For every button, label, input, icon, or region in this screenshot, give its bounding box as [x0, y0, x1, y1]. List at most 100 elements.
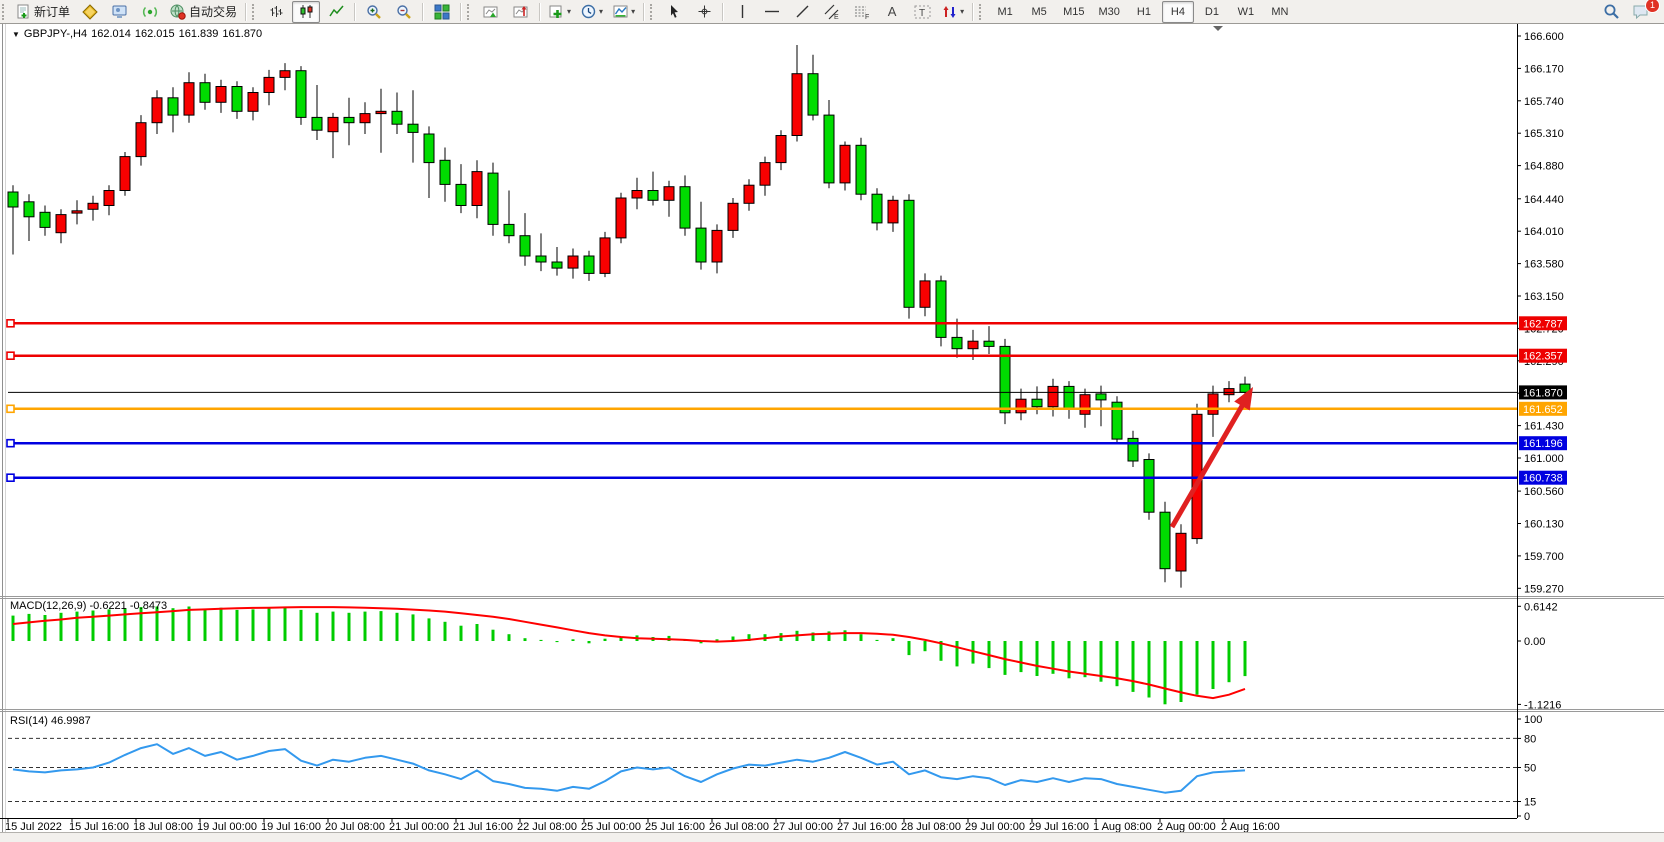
y-axis-tick-label: 164.880: [1524, 161, 1564, 173]
trend-arrow-shaft[interactable]: [1172, 401, 1245, 527]
candle-bull: [792, 74, 802, 136]
timeframe-h4-button[interactable]: H4: [1162, 1, 1194, 23]
hline-handle[interactable]: [7, 320, 14, 327]
timeframe-m1-button[interactable]: M1: [989, 1, 1021, 23]
timeframe-h1-button[interactable]: H1: [1128, 1, 1160, 23]
arrows-tool-button[interactable]: ▾: [938, 1, 968, 23]
rsi-axis-label: 80: [1524, 733, 1536, 745]
toolbar-separator: [972, 3, 974, 21]
chart-shift-marker[interactable]: [1213, 26, 1223, 31]
ohlc-open: 162.014: [91, 28, 131, 40]
candle-bull: [616, 198, 626, 238]
toolbar-grip[interactable]: [2, 4, 9, 20]
svg-text:T: T: [919, 8, 925, 19]
toolbar-separator: [354, 3, 356, 21]
hline-handle[interactable]: [7, 405, 14, 412]
y-axis-tick-label: 164.440: [1524, 194, 1564, 206]
auto-trading-button[interactable]: 自动交易: [166, 1, 241, 23]
signal-icon: [142, 4, 158, 20]
timeframe-m15-button[interactable]: M15: [1057, 1, 1090, 23]
chart-forward-button[interactable]: [477, 1, 505, 23]
tile-windows-button[interactable]: [428, 1, 456, 23]
signals-button[interactable]: [136, 1, 164, 23]
candle-bear: [680, 187, 690, 228]
auto-trading-icon: [170, 4, 186, 20]
toolbar-grip[interactable]: [467, 4, 474, 20]
macd-name: MACD(12,26,9): [10, 600, 86, 612]
candle-bear: [232, 87, 242, 112]
timeframe-mn-button[interactable]: MN: [1264, 1, 1296, 23]
search-button[interactable]: [1597, 1, 1625, 23]
zoom-in-icon: [366, 4, 382, 20]
timeframe-m5-button[interactable]: M5: [1023, 1, 1055, 23]
clock-icon: [581, 4, 597, 20]
candle-bull: [472, 172, 482, 206]
candlestick-chart-button[interactable]: [292, 1, 320, 23]
candle-bear: [8, 192, 18, 207]
zoom-out-button[interactable]: [390, 1, 418, 23]
market-depth-button[interactable]: [76, 1, 104, 23]
trendline-icon: [795, 4, 810, 19]
price-badge-label: 162.357: [1523, 351, 1563, 363]
candle-bear: [488, 173, 498, 224]
hline-handle[interactable]: [7, 440, 14, 447]
timeframe-m30-button[interactable]: M30: [1093, 1, 1126, 23]
zoom-in-button[interactable]: [360, 1, 388, 23]
add-indicator-button[interactable]: ▾: [545, 1, 575, 23]
trendline-tool-button[interactable]: [788, 1, 816, 23]
cursor-tool-button[interactable]: [660, 1, 688, 23]
candle-bull: [568, 256, 578, 268]
candle-bull: [1016, 399, 1026, 413]
chart-shift-button[interactable]: [507, 1, 535, 23]
text-label-tool-button[interactable]: T: [908, 1, 936, 23]
hline-handle[interactable]: [7, 352, 14, 359]
toolbar-grip[interactable]: [252, 4, 259, 20]
chart-symbol-period: GBPJPY-,H4: [24, 28, 87, 40]
period-button[interactable]: ▾: [577, 1, 607, 23]
toolbar-grip[interactable]: [650, 4, 657, 20]
crosshair-tool-button[interactable]: [690, 1, 718, 23]
fibonacci-tool-button[interactable]: F: [848, 1, 876, 23]
candle-bull: [1080, 395, 1090, 415]
rsi-axis-label: 50: [1524, 763, 1536, 775]
cursor-icon: [667, 4, 682, 19]
candle-bear: [424, 134, 434, 163]
price-badge-label: 161.652: [1523, 404, 1563, 416]
main-toolbar: 新订单 自动交易: [0, 0, 1664, 24]
y-axis-tick-label: 159.700: [1524, 551, 1564, 563]
macd-axis-label: 0.6142: [1524, 601, 1558, 613]
price-badge-label: 162.787: [1523, 318, 1563, 330]
timeframe-d1-button[interactable]: D1: [1196, 1, 1228, 23]
candle-bear: [696, 228, 706, 262]
equidistant-channel-tool-button[interactable]: E: [818, 1, 846, 23]
price-badge-label: 161.870: [1523, 387, 1563, 399]
timeframe-w1-button[interactable]: W1: [1230, 1, 1262, 23]
chevron-down-icon: ▾: [599, 7, 603, 16]
bar-chart-button[interactable]: [262, 1, 290, 23]
hline-handle[interactable]: [7, 474, 14, 481]
candle-bull: [760, 163, 770, 186]
candle-bull: [264, 77, 274, 92]
y-axis-tick-label: 166.600: [1524, 31, 1564, 43]
vertical-line-tool-button[interactable]: [728, 1, 756, 23]
template-button[interactable]: ▾: [609, 1, 639, 23]
line-chart-button[interactable]: [322, 1, 350, 23]
candle-bull: [136, 123, 146, 157]
candle-bear: [312, 117, 322, 130]
new-order-button[interactable]: 新订单: [12, 1, 74, 23]
text-tool-button[interactable]: A: [878, 1, 906, 23]
collapse-triangle-icon[interactable]: ▼: [12, 30, 20, 39]
timeframe-toolbar: M1M5M15M30H1H4D1W1MN: [988, 1, 1297, 23]
candle-bear: [408, 124, 418, 132]
accounts-button[interactable]: [106, 1, 134, 23]
candle-bull: [1224, 389, 1234, 395]
toolbar-grip[interactable]: [979, 4, 986, 20]
candle-bull: [712, 230, 722, 262]
chart-plot-area[interactable]: 166.600166.170165.740165.310164.880164.4…: [0, 0, 1664, 842]
y-axis-tick-label: 166.170: [1524, 63, 1564, 75]
notifications-button[interactable]: 1: [1627, 1, 1655, 23]
candle-bear: [1032, 399, 1042, 407]
horizontal-line-tool-button[interactable]: [758, 1, 786, 23]
y-axis-tick-label: 163.580: [1524, 259, 1564, 271]
svg-text:F: F: [865, 14, 869, 20]
